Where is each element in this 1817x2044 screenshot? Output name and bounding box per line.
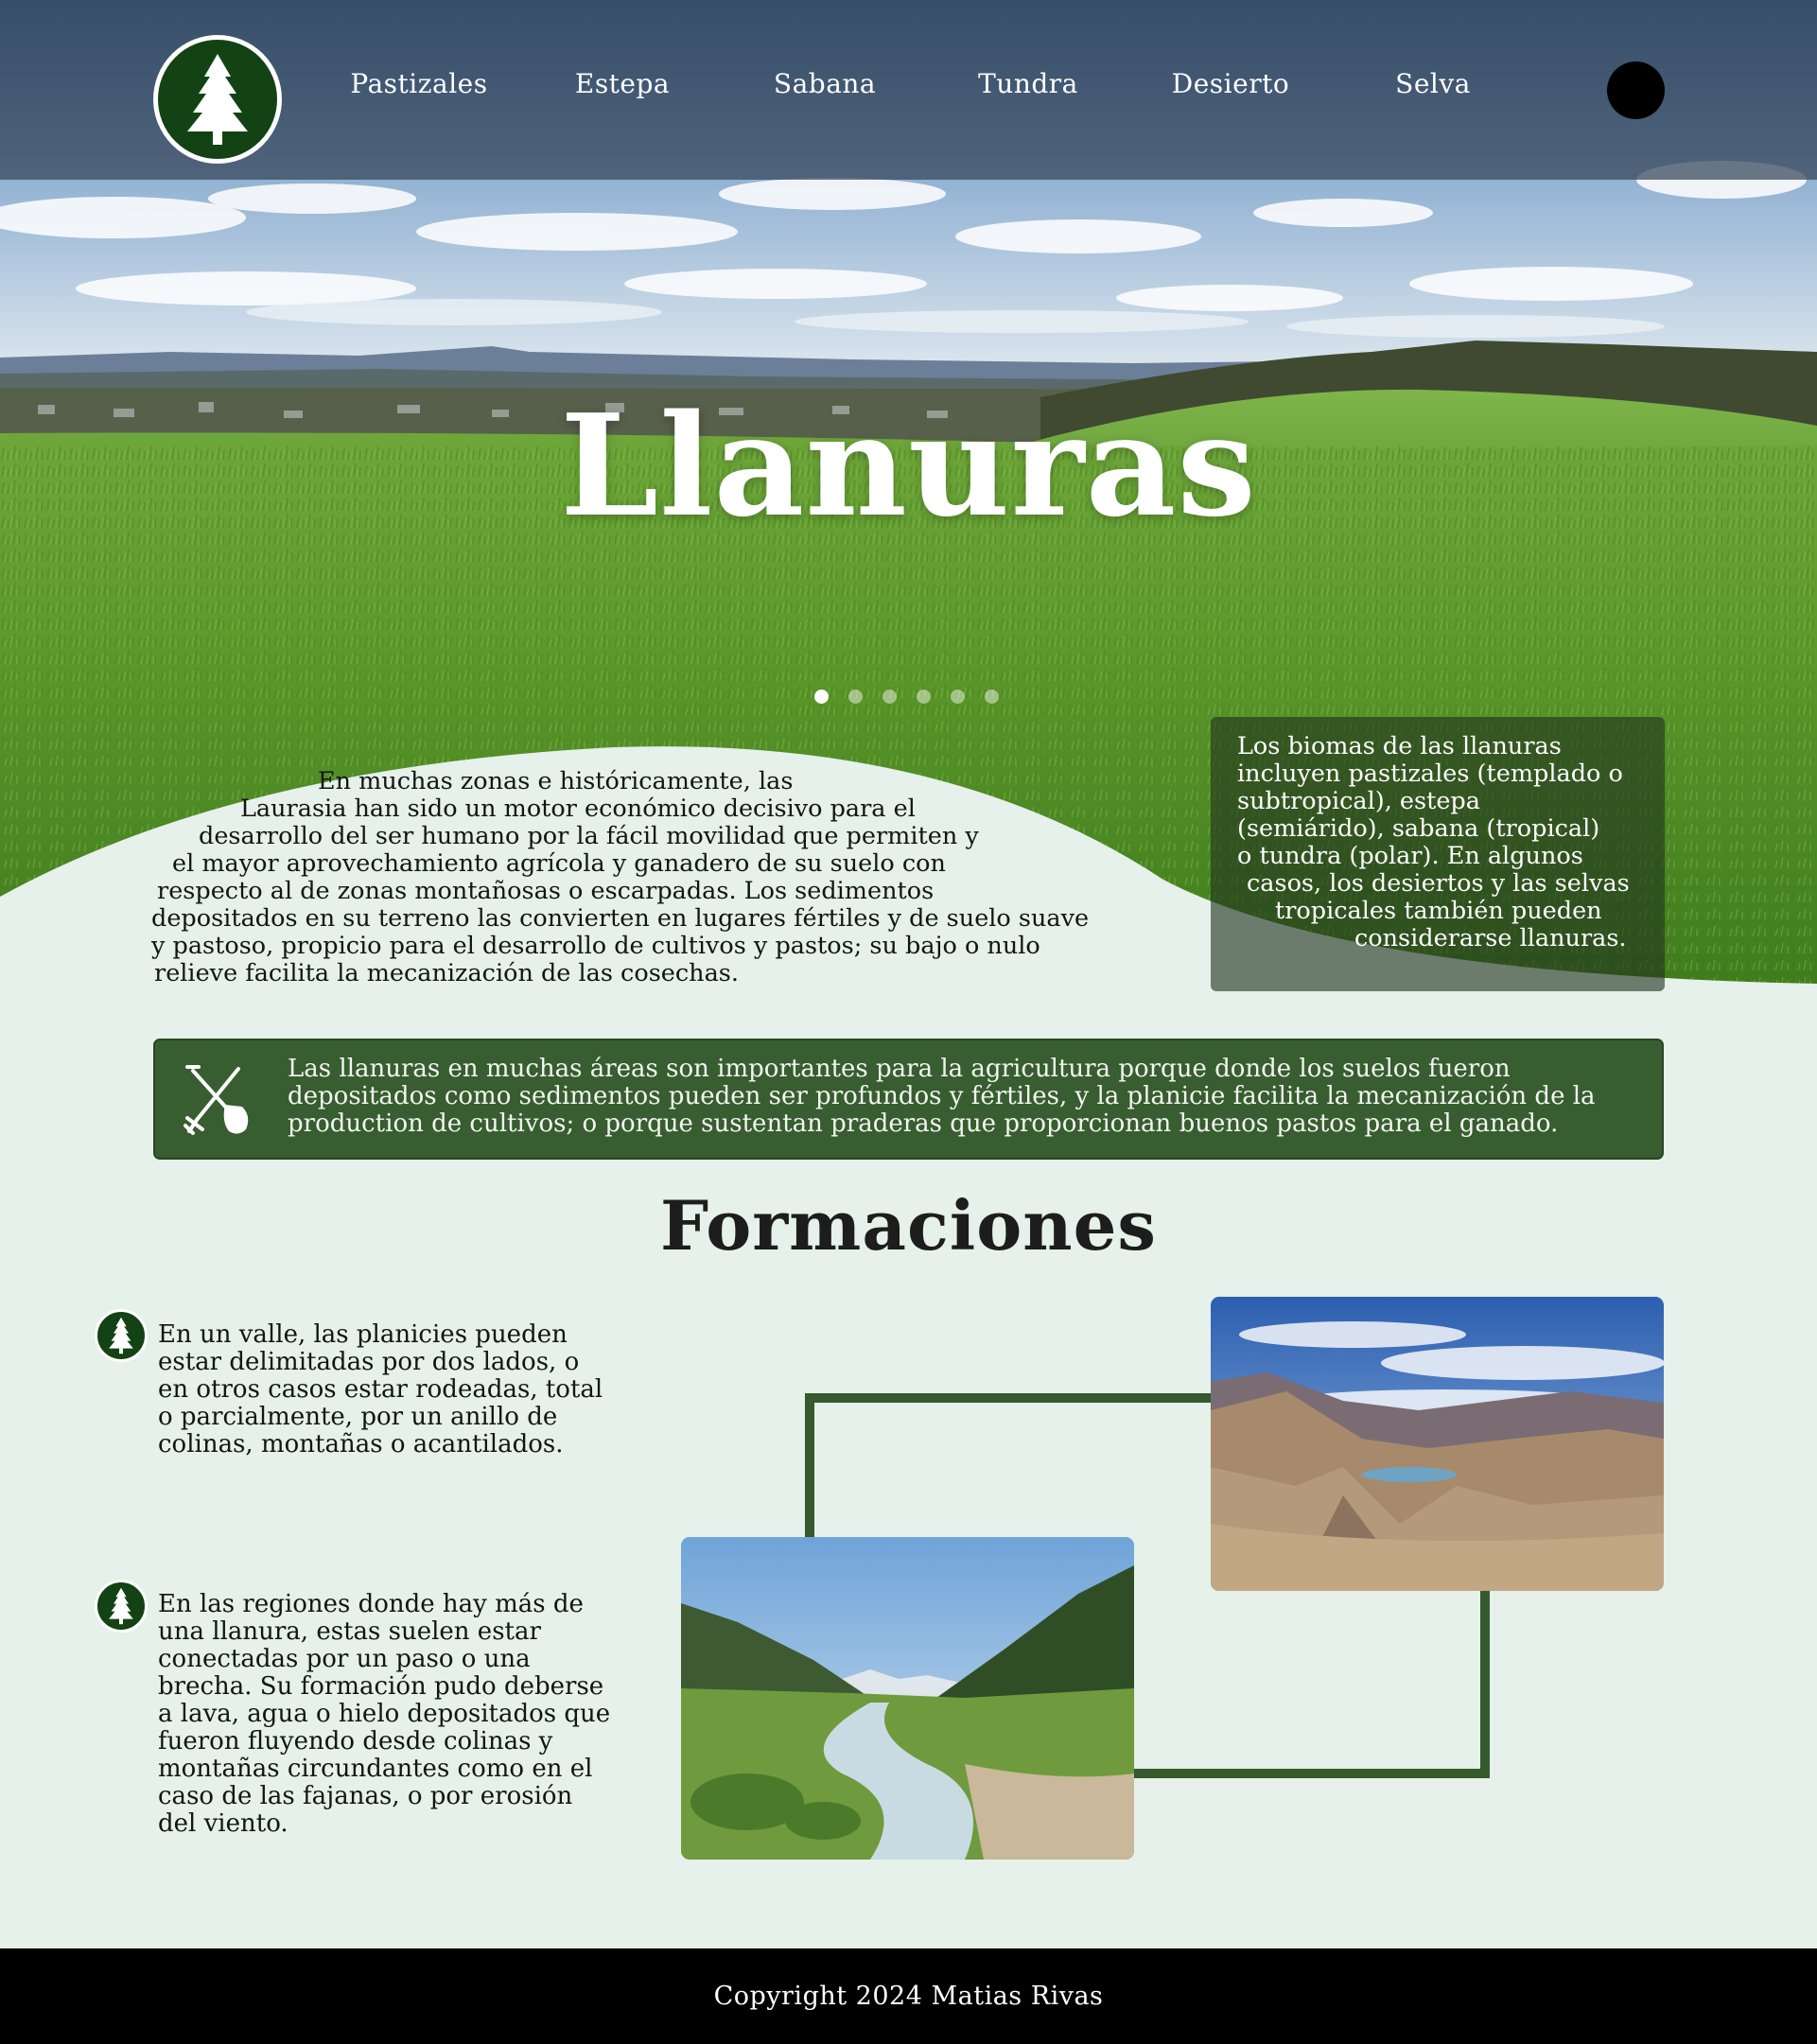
formation-line: conectadas por un paso o una [158,1645,531,1673]
formation-line: en otros casos estar rodeadas, total [158,1375,603,1404]
callout-line: production de cultivos; o porque sustent… [288,1109,1559,1138]
carousel-dots [814,690,999,705]
intro-line: Laurasia han sido un motor económico dec… [240,795,916,823]
page-title: Llanuras [560,383,1257,548]
biomes-note: Los biomas de las llanuras incluyen past… [1211,717,1665,991]
formation-line: En un valle, las planicies pueden [158,1320,568,1349]
carousel-dot[interactable] [848,690,863,704]
farm-tools-icon [183,1065,249,1135]
intro-line: desarrollo del ser humano por la fácil m… [199,822,979,850]
formation-line: del viento. [158,1809,288,1838]
note-line: (semiárido), sabana (tropical) [1237,814,1600,843]
intro-paragraph: En muchas zonas e históricamente, las La… [142,768,1135,987]
intro-line: respecto al de zonas montañosas o escarp… [157,877,935,905]
intro-line: En muchas zonas e históricamente, las [318,767,794,795]
intro-line: el mayor aprovechamiento agrícola y gana… [172,849,946,878]
intro-line: y pastoso, propicio para el desarrollo d… [151,932,1040,960]
formation-line: caso de las fajanas, o por erosión [158,1782,573,1810]
site-logo[interactable] [153,35,282,164]
nav-sabana[interactable]: Sabana [735,68,915,110]
note-line: subtropical), estepa [1237,787,1480,815]
note-line: incluyen pastizales (templado o [1237,760,1623,788]
hero-section: Pastizales Estepa Sabana Tundra Desierto… [0,0,1817,993]
formation-line: montañas circundantes como en el [158,1755,593,1783]
formaciones-heading: Formaciones [660,1185,1157,1266]
nav-selva[interactable]: Selva [1343,68,1523,110]
nav-estepa[interactable]: Estepa [533,68,712,110]
callout-line: depositados como sedimentos pueden ser p… [288,1082,1596,1110]
formation-line: fueron fluyendo desde colinas y [158,1727,553,1756]
callout-line: Las llanuras en muchas áreas son importa… [288,1055,1511,1083]
carousel-dot[interactable] [882,690,897,704]
formation-valley-text: En un valle, las planicies pueden estar … [158,1321,603,1459]
site-footer: Copyright 2024 Matias Rivas [0,1948,1817,2044]
formation-badge [95,1309,148,1362]
intro-line: relieve facilita la mecanización de las … [154,959,739,987]
copyright-text: Copyright 2024 Matias Rivas [713,1982,1104,2011]
intro-line: depositados en su terreno las convierten… [151,904,1090,933]
river-valley-photo [681,1537,1134,1860]
formation-line: En las regiones donde hay más de [158,1590,584,1618]
mountain-valley-with-lake-photo [1211,1297,1664,1591]
formation-badge [95,1580,148,1633]
circle-menu-icon[interactable] [1607,61,1665,119]
note-line: Los biomas de las llanuras [1237,732,1562,760]
top-navbar: Pastizales Estepa Sabana Tundra Desierto… [0,0,1817,180]
carousel-dot[interactable] [985,690,999,704]
connector-line [805,1393,1213,1540]
pine-tree-icon [187,54,248,145]
pine-tree-icon [109,1587,133,1625]
carousel-dot[interactable] [951,690,965,704]
formation-line: estar delimitadas por dos lados, o [158,1348,580,1376]
formation-line: una llanura, estas suelen estar [158,1617,541,1646]
formation-line: a lava, agua o hielo depositados que [158,1700,611,1728]
connector-line [1126,1589,1490,1778]
formation-line: colinas, montañas o acantilados. [158,1430,564,1459]
agriculture-text: Las llanuras en muchas áreas son importa… [288,1056,1650,1138]
note-line: o tundra (polar). En algunos [1237,842,1583,870]
nav-pastizales[interactable]: Pastizales [329,68,509,110]
note-line: considerarse llanuras. [1354,924,1627,952]
note-line: tropicales también pueden [1275,897,1602,925]
nav-tundra[interactable]: Tundra [938,68,1118,110]
agriculture-callout: Las llanuras en muchas áreas son importa… [153,1039,1664,1160]
note-line: casos, los desiertos y las selvas [1247,869,1630,898]
carousel-dot[interactable] [917,690,931,704]
nav-desierto[interactable]: Desierto [1141,68,1320,110]
carousel-dot[interactable] [814,690,829,704]
formation-pass-text: En las regiones donde hay más de una lla… [158,1591,610,1838]
formation-line: o parcialmente, por un anillo de [158,1403,558,1431]
formation-line: brecha. Su formación pudo deberse [158,1672,604,1701]
pine-tree-icon [109,1317,133,1354]
